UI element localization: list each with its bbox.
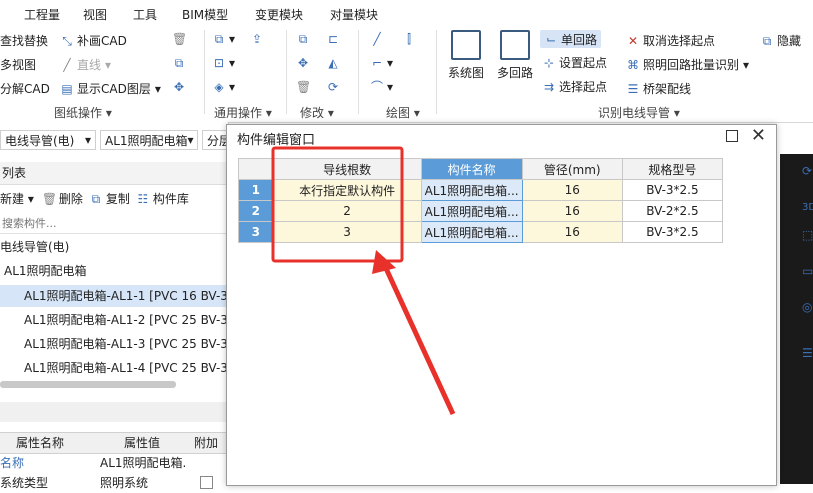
annotation-overlay bbox=[271, 146, 456, 416]
annotation-arrow-shaft bbox=[381, 262, 456, 416]
highlight-box bbox=[271, 146, 404, 263]
